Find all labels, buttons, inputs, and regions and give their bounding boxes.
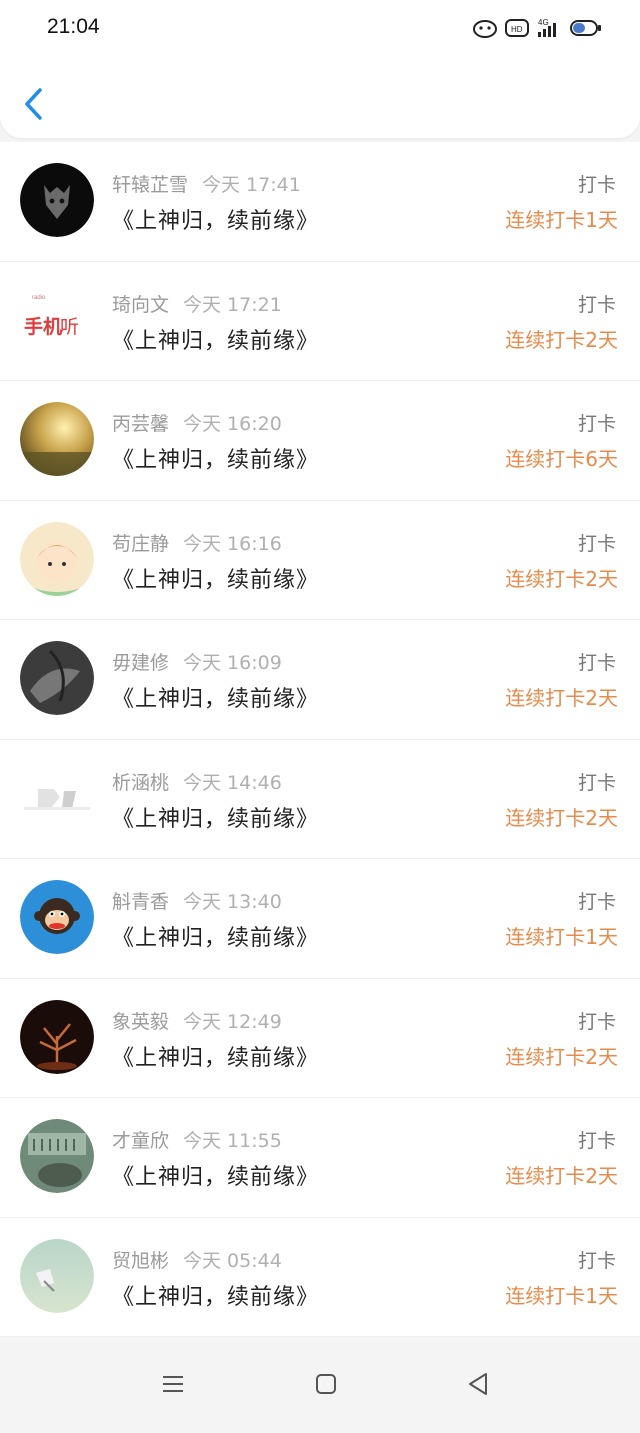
svg-text:HD: HD xyxy=(511,25,523,34)
user-name: 贸旭彬 xyxy=(112,1249,170,1272)
streak-text: 连续打卡2天 xyxy=(505,686,618,710)
svg-text:手机: 手机 xyxy=(24,315,62,338)
avatar[interactable] xyxy=(20,1119,94,1193)
entry-meta: 才童欣 今天 11:55 xyxy=(112,1126,282,1153)
book-title: 《上神归，续前缘》 xyxy=(112,1165,320,1190)
avatar[interactable] xyxy=(20,760,94,835)
user-name: 才童欣 xyxy=(112,1130,170,1152)
list-item[interactable]: 毋建修 今天 16:09 《上神归，续前缘》 打卡 连续打卡2天 xyxy=(0,620,640,740)
entry-time: 今天 16:20 xyxy=(183,413,282,435)
avatar[interactable] xyxy=(20,880,94,954)
streak-text: 连续打卡2天 xyxy=(505,1044,618,1069)
entry-meta: 贸旭彬 今天 05:44 xyxy=(112,1246,282,1273)
checkin-label: 打卡 xyxy=(577,293,616,316)
checkin-label: 打卡 xyxy=(577,771,616,794)
checkin-label: 打卡 xyxy=(577,1130,616,1152)
avatar[interactable] xyxy=(20,1238,94,1313)
entry-meta: 轩辕芷雪 今天 17:41 xyxy=(112,170,301,197)
svg-text:听: 听 xyxy=(60,316,79,338)
list-item[interactable]: 丙芸馨 今天 16:20 《上神归，续前缘》 打卡 连续打卡6天 xyxy=(0,381,640,501)
book-title: 《上神归，续前缘》 xyxy=(112,926,320,951)
hd-icon: HD xyxy=(505,19,529,37)
checkin-list: 轩辕芷雪 今天 17:41 《上神归，续前缘》 打卡 连续打卡1天 手机听 radi… xyxy=(0,142,640,1337)
list-item[interactable]: 轩辕芷雪 今天 17:41 《上神归，续前缘》 打卡 连续打卡1天 xyxy=(0,142,640,262)
battery-icon xyxy=(570,20,601,36)
row-separator xyxy=(0,1336,640,1337)
checkin-label: 打卡 xyxy=(577,532,616,555)
avatar[interactable] xyxy=(20,402,94,476)
avatar[interactable] xyxy=(20,641,94,715)
book-title: 《上神归，续前缘》 xyxy=(112,448,320,473)
streak-text: 连续打卡2天 xyxy=(505,327,618,352)
checkin-label: 打卡 xyxy=(577,1010,616,1033)
checkin-label: 打卡 xyxy=(577,652,616,674)
svg-text:radio: radio xyxy=(32,295,46,301)
entry-meta: 象英毅 今天 12:49 xyxy=(112,1007,282,1034)
entry-time: 今天 16:16 xyxy=(183,532,282,555)
entry-time: 今天 14:46 xyxy=(183,771,282,794)
list-item[interactable]: 象英毅 今天 12:49 《上神归，续前缘》 打卡 连续打卡2天 xyxy=(0,978,640,1098)
system-nav-bar xyxy=(0,1347,640,1433)
user-name: 毋建修 xyxy=(112,652,170,674)
status-icons: HD 4G xyxy=(472,17,604,39)
user-name: 象英毅 xyxy=(112,1010,170,1033)
user-name: 苟庄静 xyxy=(112,532,170,555)
menu-icon[interactable] xyxy=(158,1369,188,1399)
svg-text:4G: 4G xyxy=(538,18,549,27)
user-name: 琦向文 xyxy=(112,293,170,316)
back-chevron-icon[interactable] xyxy=(20,84,50,124)
streak-text: 连续打卡1天 xyxy=(505,1283,618,1308)
entry-time: 今天 05:44 xyxy=(183,1249,282,1272)
list-item[interactable]: 斛青香 今天 13:40 《上神归，续前缘》 打卡 连续打卡1天 xyxy=(0,859,640,979)
streak-text: 连续打卡6天 xyxy=(505,447,618,471)
checkin-label: 打卡 xyxy=(577,1249,616,1272)
top-header: 21:04 HD 4G xyxy=(0,0,640,138)
streak-text: 连续打卡2天 xyxy=(505,566,618,591)
entry-time: 今天 12:49 xyxy=(183,1010,282,1033)
back-triangle-icon[interactable] xyxy=(463,1369,493,1399)
book-title: 《上神归，续前缘》 xyxy=(112,806,320,832)
book-title: 《上神归，续前缘》 xyxy=(112,687,320,712)
book-title: 《上神归，续前缘》 xyxy=(112,328,320,354)
user-name: 析涵桃 xyxy=(112,771,170,794)
entry-time: 今天 13:40 xyxy=(183,891,282,913)
streak-text: 连续打卡2天 xyxy=(505,805,618,830)
user-name: 丙芸馨 xyxy=(112,413,170,435)
status-time: 21:04 xyxy=(47,15,100,38)
streak-text: 连续打卡1天 xyxy=(505,925,618,949)
avatar[interactable]: 手机听 radio xyxy=(20,282,94,357)
entry-time: 今天 11:55 xyxy=(183,1130,282,1152)
signal-4g-icon: 4G xyxy=(538,18,556,37)
entry-time: 今天 16:09 xyxy=(183,652,282,674)
user-name: 轩辕芷雪 xyxy=(112,174,189,196)
entry-time: 今天 17:41 xyxy=(202,174,301,196)
list-item[interactable]: 贸旭彬 今天 05:44 《上神归，续前缘》 打卡 连续打卡1天 xyxy=(0,1217,640,1337)
entry-meta: 析涵桃 今天 14:46 xyxy=(112,768,282,795)
checkin-label: 打卡 xyxy=(577,174,616,196)
entry-meta: 丙芸馨 今天 16:20 xyxy=(112,409,282,436)
avatar[interactable] xyxy=(20,521,94,596)
home-square-icon[interactable] xyxy=(311,1369,341,1399)
entry-meta: 苟庄静 今天 16:16 xyxy=(112,529,282,556)
book-title: 《上神归，续前缘》 xyxy=(112,567,320,593)
list-item[interactable]: 才童欣 今天 11:55 《上神归，续前缘》 打卡 连续打卡2天 xyxy=(0,1098,640,1218)
streak-text: 连续打卡1天 xyxy=(505,208,618,232)
avatar[interactable] xyxy=(20,999,94,1074)
entry-meta: 毋建修 今天 16:09 xyxy=(112,648,282,675)
avatar[interactable] xyxy=(20,163,94,237)
app-notification-icon xyxy=(473,20,497,38)
list-item[interactable]: 手机听 radio 琦向文 今天 17:21 《上神归，续前缘》 打卡 连续打卡2天 xyxy=(0,261,640,381)
entry-meta: 斛青香 今天 13:40 xyxy=(112,887,282,914)
checkin-label: 打卡 xyxy=(577,891,616,913)
entry-meta: 琦向文 今天 17:21 xyxy=(112,290,282,317)
list-item[interactable]: 苟庄静 今天 16:16 《上神归，续前缘》 打卡 连续打卡2天 xyxy=(0,500,640,620)
book-title: 《上神归，续前缘》 xyxy=(112,209,320,234)
book-title: 《上神归，续前缘》 xyxy=(112,1045,320,1071)
entry-time: 今天 17:21 xyxy=(183,293,282,316)
user-name: 斛青香 xyxy=(112,891,170,913)
book-title: 《上神归，续前缘》 xyxy=(112,1284,320,1310)
checkin-label: 打卡 xyxy=(577,413,616,435)
streak-text: 连续打卡2天 xyxy=(505,1164,618,1188)
list-item[interactable]: 析涵桃 今天 14:46 《上神归，续前缘》 打卡 连续打卡2天 xyxy=(0,739,640,859)
